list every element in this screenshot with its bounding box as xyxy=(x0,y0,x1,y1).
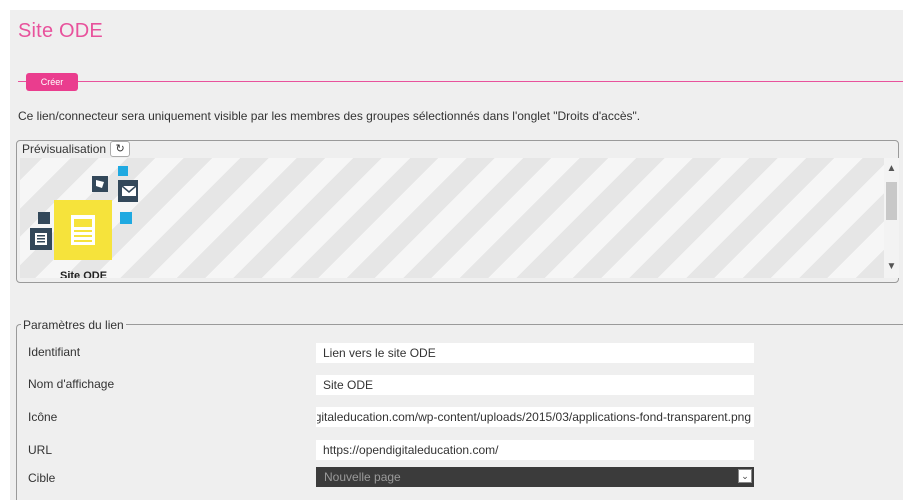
scroll-up-icon[interactable]: ▲ xyxy=(884,162,899,176)
params-legend: Paramètres du lien xyxy=(21,318,126,332)
applications-icon[interactable] xyxy=(28,166,140,276)
icon-url-label: Icône xyxy=(28,410,58,424)
scroll-thumb[interactable] xyxy=(886,182,897,220)
url-field[interactable]: https://opendigitaleducation.com/ xyxy=(316,440,754,460)
refresh-icon[interactable]: ↻ xyxy=(110,141,131,157)
icon-url-value: https://opendigitaleducation.com/wp-cont… xyxy=(317,410,751,424)
scroll-down-icon[interactable]: ▼ xyxy=(884,260,899,274)
page-title: Site ODE xyxy=(18,20,103,42)
target-select[interactable]: Nouvelle page ⌄ xyxy=(316,467,754,487)
visibility-notice: Ce lien/connecteur sera uniquement visib… xyxy=(18,109,641,123)
identifiant-label: Identifiant xyxy=(28,345,81,359)
target-select-value: Nouvelle page xyxy=(324,470,401,484)
icon-url-field[interactable]: https://opendigitaleducation.com/wp-cont… xyxy=(316,407,754,427)
preview-legend-label: Prévisualisation xyxy=(22,142,107,156)
preview-legend: Prévisualisation ↻ xyxy=(20,141,134,157)
display-name-field[interactable]: Site ODE xyxy=(316,375,754,395)
create-divider xyxy=(18,81,903,82)
applications-icon-graphic xyxy=(30,166,140,260)
app-name-label: Site ODE xyxy=(60,270,108,278)
preview-area: Site ODE xyxy=(20,158,884,278)
create-button[interactable]: Créer xyxy=(26,73,78,91)
target-label: Cible xyxy=(28,471,56,485)
url-label: URL xyxy=(28,443,53,457)
display-name-label: Nom d'affichage xyxy=(28,377,115,391)
identifiant-field[interactable]: Lien vers le site ODE xyxy=(316,343,754,363)
page: Site ODE Créer Ce lien/connecteur sera u… xyxy=(0,0,903,500)
chevron-down-icon[interactable]: ⌄ xyxy=(738,469,752,483)
preview-scrollbar[interactable]: ▲ ▼ xyxy=(884,158,899,278)
